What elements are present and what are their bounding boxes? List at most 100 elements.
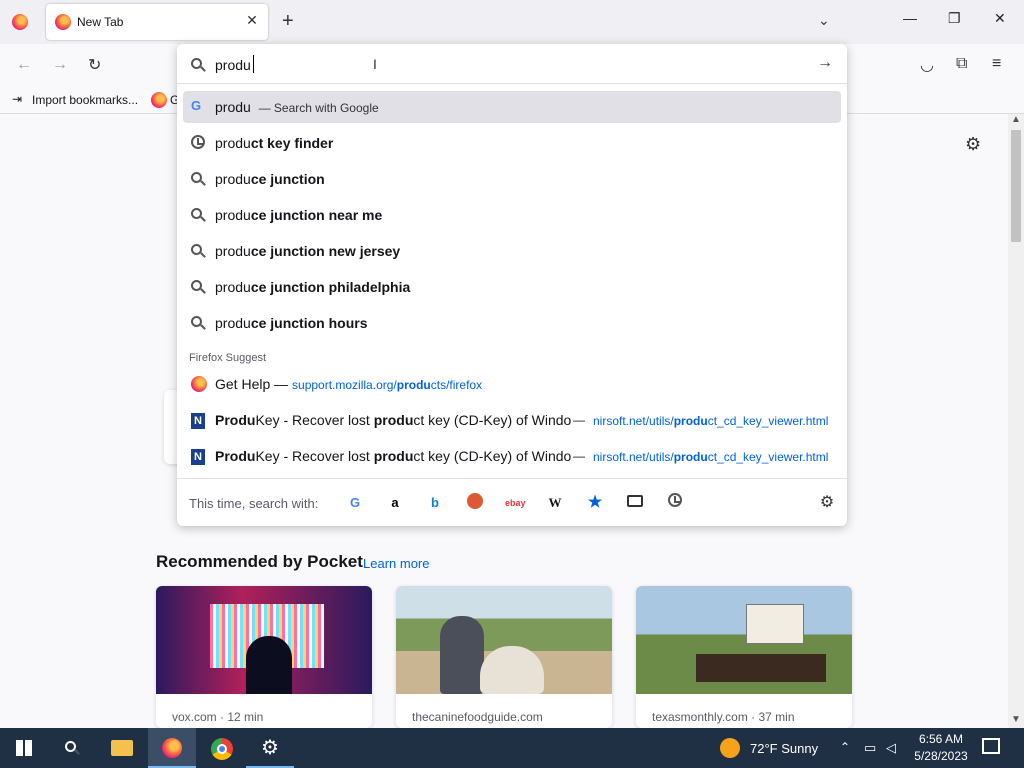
suggestion-row[interactable]: product key finder [183, 127, 841, 159]
produkey-result-row[interactable]: N ProduKey - Recover lost product key (C… [183, 404, 841, 436]
get-help-row[interactable]: Get Help — support.mozilla.org/products/… [183, 368, 841, 400]
ebay-engine-icon[interactable]: ebay [505, 493, 526, 513]
firefox-help-icon [191, 376, 207, 392]
list-all-tabs-icon[interactable]: ⌄ [818, 12, 830, 29]
urlbar-input-row[interactable]: produ I → [177, 44, 847, 84]
suggestion-row[interactable]: produce junction philadelphia [183, 271, 841, 303]
one-off-search-bar: This time, search with: G a b ebay W ★ ⚙ [177, 478, 847, 526]
search-icon [191, 171, 207, 187]
result-sep: — [573, 449, 585, 463]
chrome-icon[interactable] [198, 728, 246, 768]
search-with-google-row[interactable]: G produ — Search with Google [183, 91, 841, 123]
tab-new-tab[interactable]: New Tab ✕ [46, 4, 268, 40]
bookmarks-engine-icon[interactable]: ★ [585, 493, 605, 513]
nirsoft-icon: N [191, 448, 207, 465]
close-tab-icon[interactable]: ✕ [244, 12, 260, 28]
amazon-engine-icon[interactable]: a [385, 493, 405, 513]
clock-time[interactable]: 6:56 AM [916, 732, 966, 746]
card-source: vox.com · 12 min [172, 710, 264, 724]
import-icon: ⇥ [12, 92, 23, 106]
scroll-down-icon[interactable]: ▼ [1011, 714, 1021, 725]
taskbar-search-icon[interactable] [48, 728, 96, 768]
reload-icon[interactable]: ↻ [88, 55, 101, 75]
suggestion-text: produce junction new jersey [215, 243, 401, 259]
windows-start-icon[interactable] [0, 728, 48, 768]
pocket-learn-more-link[interactable]: Learn more [363, 556, 429, 571]
menu-icon[interactable]: ≡ [992, 55, 1001, 73]
scroll-up-icon[interactable]: ▲ [1011, 114, 1021, 125]
firefox-tab-icon [55, 14, 71, 30]
suggestion-row[interactable]: produce junction new jersey [183, 235, 841, 267]
suggestion-row[interactable]: produce junction hours [183, 307, 841, 339]
extensions-icon[interactable]: ⧉ [956, 55, 967, 73]
history-icon [191, 135, 207, 151]
result-title: ProduKey - Recover lost product key (CD-… [215, 448, 572, 464]
result-url: nirsoft.net/utils/product_cd_key_viewer.… [593, 450, 829, 464]
duckduckgo-engine-icon[interactable] [465, 493, 485, 513]
firefox-menu-icon[interactable] [12, 14, 28, 30]
volume-muted-icon[interactable]: ◁ [886, 740, 896, 756]
google-engine-icon[interactable]: G [345, 493, 365, 513]
card-image [396, 586, 612, 694]
tabs-engine-icon[interactable] [625, 493, 645, 513]
urlbar-dropdown: produ I → G produ — Search with Google p… [177, 44, 847, 526]
search-with-label: This time, search with: [189, 496, 319, 511]
go-arrow-icon[interactable]: → [817, 54, 833, 72]
pocket-card[interactable]: texasmonthly.com · 37 min [636, 586, 852, 728]
row-typed: produ [215, 99, 251, 115]
history-engine-icon[interactable] [665, 493, 685, 513]
restore-icon[interactable]: ❐ [948, 10, 961, 27]
produkey-result-row[interactable]: N ProduKey - Recover lost product key (C… [183, 440, 841, 472]
import-bookmarks-link[interactable]: Import bookmarks... [32, 93, 138, 107]
result-url: nirsoft.net/utils/product_cd_key_viewer.… [593, 414, 829, 428]
new-tab-button[interactable]: + [282, 10, 294, 33]
search-settings-gear-icon[interactable]: ⚙ [817, 493, 837, 513]
bookmark-firefox-icon [151, 92, 167, 108]
wikipedia-engine-icon[interactable]: W [545, 493, 565, 513]
weather-sun-icon [720, 738, 740, 758]
suggestion-text: produce junction hours [215, 315, 368, 331]
tab-title: New Tab [77, 15, 124, 29]
tab-strip: New Tab ✕ + ⌄ — ❐ ✕ [0, 0, 1024, 44]
i-beam-cursor-icon: I [373, 56, 377, 72]
suggestion-row[interactable]: produce junction near me [183, 199, 841, 231]
chevron-up-icon[interactable]: ⌃ [840, 740, 850, 754]
get-help-text: Get Help — support.mozilla.org/products/… [215, 376, 483, 392]
suggestion-text: product key finder [215, 135, 334, 151]
notifications-icon[interactable] [982, 738, 1000, 754]
weather-text[interactable]: 72°F Sunny [750, 741, 818, 756]
pocket-card[interactable]: vox.com · 12 min [156, 586, 372, 728]
firefox-suggest-header: Firefox Suggest [189, 352, 267, 364]
nirsoft-icon: N [191, 412, 207, 429]
card-image [156, 586, 372, 694]
result-title: ProduKey - Recover lost product key (CD-… [215, 412, 572, 428]
card-source: texasmonthly.com · 37 min [652, 710, 795, 724]
pocket-icon[interactable]: ◡ [920, 55, 934, 75]
gear-icon[interactable]: ⚙ [965, 134, 981, 155]
suggestion-row[interactable]: produce junction [183, 163, 841, 195]
scrollbar-thumb[interactable] [1011, 130, 1021, 242]
search-icon [191, 207, 207, 223]
search-icon [191, 243, 207, 259]
suggestion-text: produce junction [215, 171, 325, 187]
google-icon: G [191, 98, 202, 113]
row-text: produ — Search with Google [215, 99, 379, 115]
file-explorer-icon[interactable] [98, 728, 146, 768]
clock-date[interactable]: 5/28/2023 [910, 749, 972, 763]
card-source: thecaninefoodguide.com [412, 710, 543, 724]
forward-icon[interactable]: → [52, 56, 68, 74]
result-sep: — [573, 413, 585, 427]
minimize-icon[interactable]: — [903, 10, 917, 26]
pocket-title: Recommended by Pocket [156, 552, 363, 571]
settings-gear-icon[interactable]: ⚙ [246, 728, 294, 768]
back-icon[interactable]: ← [16, 56, 32, 74]
close-window-icon[interactable]: ✕ [994, 10, 1006, 27]
urlbar-input[interactable]: produ [215, 57, 251, 73]
search-icon [191, 315, 207, 331]
bing-engine-icon[interactable]: b [425, 493, 445, 513]
search-icon [191, 279, 207, 295]
pocket-card[interactable]: thecaninefoodguide.com [396, 586, 612, 728]
row-action: — Search with Google [258, 101, 379, 115]
network-icon[interactable]: ▭ [864, 740, 876, 756]
taskbar-firefox-icon[interactable] [148, 728, 196, 768]
